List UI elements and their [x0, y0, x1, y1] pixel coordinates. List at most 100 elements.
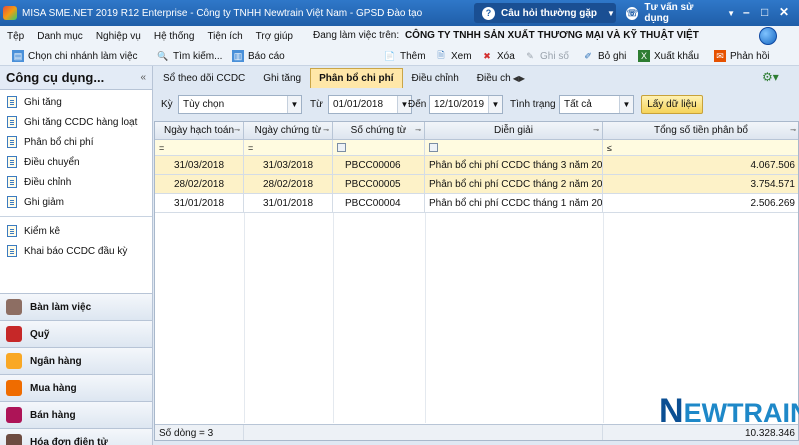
from-date-input[interactable]: 01/01/2018 ▼ [328, 95, 412, 114]
maximize-icon[interactable]: □ [761, 5, 768, 19]
status-select[interactable]: Tất cả ▼ [559, 95, 634, 114]
column-header[interactable]: Diễn giải ⊸ [425, 122, 603, 140]
document-icon [7, 245, 17, 257]
module-label: Quỹ [30, 328, 50, 340]
menu-help[interactable]: Trợ giúp [249, 31, 299, 42]
menu-file[interactable]: Tệp [0, 31, 30, 42]
filter-bar: Kỳ Tùy chọn ▼ Từ 01/01/2018 ▼ Đến 12/10/… [154, 92, 799, 118]
globe-icon[interactable] [759, 27, 777, 45]
menu-catalog[interactable]: Danh mục [30, 31, 89, 42]
faq-button[interactable]: ? Câu hỏi thường gặp ▼ [474, 3, 616, 23]
tool-item-label: Khai báo CCDC đầu kỳ [24, 245, 128, 257]
tool-item-decrease[interactable]: Ghi giảm [0, 192, 152, 212]
tool-item-adjust[interactable]: Điều chỉnh [0, 172, 152, 192]
tab-tracking[interactable]: Sổ theo dõi CCDC [154, 68, 254, 88]
tab-adjust[interactable]: Điều chỉnh [403, 68, 468, 88]
unpost-button[interactable]: ✐ Bỏ ghi [582, 48, 626, 64]
filter-checkbox[interactable] [337, 143, 346, 152]
tab-transfer-label: Điều ch [476, 73, 511, 84]
add-icon: 📄 [384, 50, 396, 61]
tab-transfer[interactable]: Điều ch ◀▶ [468, 68, 528, 88]
consult-button[interactable]: ☏ Tư vấn sử dụng ▼ [620, 2, 735, 24]
column-header[interactable]: Tổng số tiền phân bổ ⊸ [603, 122, 798, 140]
tool-item-label: Kiểm kê [24, 225, 61, 237]
table-cell: 31/01/2018 [244, 194, 333, 213]
table-cell: 31/03/2018 [244, 156, 333, 175]
chevron-down-icon: ▼ [287, 96, 301, 113]
to-date-input[interactable]: 12/10/2019 ▼ [429, 95, 503, 114]
add-button[interactable]: 📄 Thêm [384, 48, 425, 64]
pin-icon[interactable]: ⊸ [323, 126, 329, 134]
minimize-icon[interactable]: – [743, 5, 750, 19]
menu-operations[interactable]: Nghiệp vụ [89, 31, 147, 42]
tool-item-label: Ghi tăng [24, 96, 62, 108]
column-divider [333, 213, 334, 423]
module-sales[interactable]: Bán hàng [0, 401, 152, 428]
purchase-icon [6, 380, 22, 396]
filter-checkbox[interactable] [429, 143, 438, 152]
column-header[interactable]: Ngày chứng từ ⊸ [244, 122, 333, 140]
from-date-value: 01/01/2018 [333, 99, 384, 110]
get-data-button[interactable]: Lấy dữ liệu [641, 95, 703, 114]
pin-icon[interactable]: ⊸ [593, 126, 599, 134]
filter-cell[interactable]: ≤ [603, 140, 798, 156]
table-cell: 31/01/2018 [155, 194, 244, 213]
company-label: Đang làm việc trên: [313, 30, 400, 41]
tab-allocation[interactable]: Phân bổ chi phí [310, 68, 403, 88]
pin-icon[interactable]: ⊸ [415, 126, 421, 134]
post-button[interactable]: ✎ Ghi số [524, 48, 569, 64]
pin-icon[interactable]: ⊸ [234, 126, 240, 134]
view-label: Xem [451, 50, 472, 62]
period-select[interactable]: Tùy chọn ▼ [178, 95, 302, 114]
tab-scroll-icon[interactable]: ◀▶ [513, 74, 525, 83]
cash-icon [6, 326, 22, 342]
filter-cell[interactable]: = [155, 140, 244, 156]
tool-item-allocation[interactable]: Phân bổ chi phí [0, 132, 152, 152]
tool-item-bulk-increase[interactable]: Ghi tăng CCDC hàng loạt [0, 112, 152, 132]
filter-cell[interactable] [333, 140, 425, 156]
filter-operator: ≤ [607, 142, 612, 153]
filter-cell[interactable] [425, 140, 603, 156]
table-row[interactable]: 31/01/2018 31/01/2018 PBCC00004 Phân bổ … [155, 194, 798, 213]
filter-cell[interactable]: = [244, 140, 333, 156]
misa-logo-icon [3, 6, 17, 20]
column-header[interactable]: Ngày hạch toán ⊸ [155, 122, 244, 140]
report-button[interactable]: ▥ Báo cáo [232, 48, 285, 64]
table-cell: 28/02/2018 [244, 175, 333, 194]
tool-item-transfer[interactable]: Điều chuyển [0, 152, 152, 172]
search-button[interactable]: 🔍 Tìm kiếm... [157, 48, 222, 64]
branch-button[interactable]: ▤ Chọn chi nhánh làm việc [12, 48, 138, 64]
export-button[interactable]: X Xuất khẩu [638, 48, 699, 64]
invoice-icon [6, 434, 22, 445]
tool-item-inventory[interactable]: Kiểm kê [0, 221, 152, 241]
pin-icon[interactable]: ⊸ [790, 126, 796, 134]
table-row[interactable]: 28/02/2018 28/02/2018 PBCC00005 Phân bổ … [155, 175, 798, 194]
module-cash[interactable]: Quỹ [0, 320, 152, 347]
settings-icon[interactable]: ⚙▾ [762, 70, 779, 84]
document-icon [7, 96, 17, 108]
bank-icon [6, 353, 22, 369]
close-icon[interactable]: ✕ [779, 5, 789, 19]
column-header[interactable]: Số chứng từ ⊸ [333, 122, 425, 140]
delete-button[interactable]: ✖ Xóa [481, 48, 515, 64]
view-button[interactable]: 🗎 Xem [435, 48, 472, 64]
column-label: Tổng số tiền phân bổ [654, 125, 748, 136]
module-bank[interactable]: Ngân hàng [0, 347, 152, 374]
module-desk[interactable]: Bàn làm việc [0, 293, 152, 320]
tool-item-opening[interactable]: Khai báo CCDC đầu kỳ [0, 241, 152, 261]
menu-utilities[interactable]: Tiện ích [200, 31, 248, 42]
chevron-down-icon: ▼ [607, 8, 615, 18]
document-icon [7, 136, 17, 148]
search-icon: 🔍 [157, 50, 169, 61]
table-row[interactable]: 31/03/2018 31/03/2018 PBCC00006 Phân bổ … [155, 156, 798, 175]
module-purchase[interactable]: Mua hàng [0, 374, 152, 401]
tool-item-increase[interactable]: Ghi tăng [0, 92, 152, 112]
feedback-button[interactable]: ✉ Phản hồi [714, 48, 769, 64]
to-label: Đến [408, 99, 427, 110]
menu-system[interactable]: Hệ thống [147, 31, 201, 42]
module-einvoice[interactable]: Hóa đơn điện tử [0, 428, 152, 445]
feedback-icon: ✉ [714, 50, 726, 62]
collapse-icon[interactable]: « [140, 72, 146, 83]
tool-item-label: Điều chỉnh [24, 176, 72, 188]
tab-increase[interactable]: Ghi tăng [254, 68, 310, 88]
